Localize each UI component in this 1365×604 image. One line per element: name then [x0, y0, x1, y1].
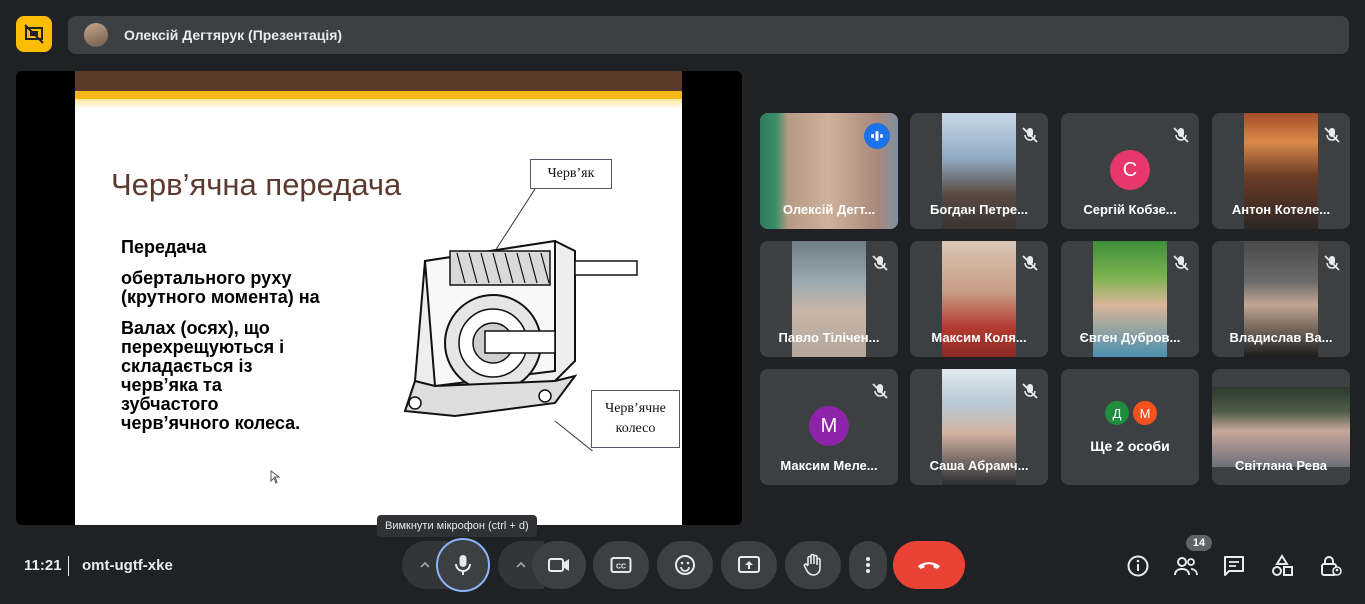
- people-icon: [1174, 557, 1198, 576]
- participant-avatar: М: [1133, 401, 1157, 425]
- mic-off-icon: [1173, 127, 1189, 143]
- participant-tile[interactable]: Євген Дубров...: [1061, 241, 1199, 357]
- leave-call-button[interactable]: [893, 541, 965, 589]
- divider: [68, 556, 69, 576]
- shapes-icon: [1272, 554, 1293, 576]
- slide-text-line: черв’ячного колеса.: [121, 413, 301, 433]
- participant-name: Євген Дубров...: [1079, 330, 1181, 345]
- presenter-name: Олексій Дегтярук (Презентація): [124, 27, 343, 43]
- participant-tile[interactable]: Павло Тілічен...: [760, 241, 898, 357]
- mic-tooltip: Вимкнути мікрофон (ctrl + d): [377, 515, 537, 537]
- mic-off-icon: [1324, 255, 1340, 271]
- microphone-icon: [455, 555, 471, 575]
- participant-tile[interactable]: Богдан Петре...: [910, 113, 1048, 229]
- participant-name: Антон Котеле...: [1231, 202, 1331, 217]
- speaking-indicator-icon: [864, 123, 890, 149]
- slide-text-line: Валах (осях), що: [121, 318, 270, 338]
- reactions-button[interactable]: [657, 541, 713, 589]
- host-controls-button[interactable]: [1317, 553, 1343, 579]
- mic-off-icon: [1022, 255, 1038, 271]
- svg-text:CC: CC: [616, 564, 626, 571]
- participant-tile[interactable]: С Сергій Кобзе...: [1061, 113, 1199, 229]
- present-screen-icon: [738, 556, 760, 573]
- slide-band: [75, 71, 682, 91]
- mic-off-icon: [1022, 383, 1038, 399]
- present-button[interactable]: [721, 541, 777, 589]
- camera-icon: [548, 558, 569, 572]
- mouse-cursor-icon: [270, 470, 280, 484]
- more-options-button[interactable]: [849, 541, 887, 589]
- info-icon: [1127, 555, 1149, 577]
- people-button[interactable]: [1173, 553, 1199, 579]
- meeting-code: omt-ugtf-xke: [82, 557, 173, 574]
- participant-name: Сергій Кобзе...: [1083, 202, 1177, 217]
- slide-band: [75, 91, 682, 99]
- mic-off-icon: [872, 383, 888, 399]
- clock: 11:21: [24, 557, 62, 574]
- hang-up-icon: [918, 562, 940, 569]
- slide-text-line: перехрещуються і: [121, 337, 285, 357]
- more-vertical-icon: [866, 557, 870, 573]
- slide-text-line: зубчастого: [121, 394, 219, 414]
- presentation-badge-icon: [16, 16, 52, 52]
- mic-off-icon: [1324, 127, 1340, 143]
- participant-name: Владислав Ва...: [1229, 330, 1333, 345]
- slide-text-line: черв’яка та: [121, 375, 222, 395]
- presenter-bar[interactable]: Олексій Дегтярук (Презентація): [68, 16, 1349, 54]
- participant-avatar: С: [1110, 150, 1150, 190]
- meeting-details-button[interactable]: [1125, 553, 1151, 579]
- more-participants-tile[interactable]: Д М Ще 2 особи: [1061, 369, 1199, 485]
- participant-name: Богдан Петре...: [930, 202, 1028, 217]
- chevron-up-icon: [516, 561, 526, 568]
- emoji-icon: [675, 555, 695, 575]
- participant-name: Саша Абрамч...: [929, 458, 1029, 473]
- presentation-stage: Черв’ячна передача Передача обертального…: [16, 71, 742, 525]
- participant-tile[interactable]: Світлана Рева: [1212, 369, 1350, 485]
- slide-band: [75, 99, 682, 109]
- callout-worm: Черв’як: [530, 159, 612, 189]
- callout-wheel: Черв’ячне колесо: [591, 390, 680, 448]
- camera-button[interactable]: [532, 541, 586, 589]
- participant-avatar: M: [809, 406, 849, 446]
- participant-name: Максим Коля...: [931, 330, 1027, 345]
- presenter-avatar: [84, 23, 108, 47]
- participant-tile[interactable]: Владислав Ва...: [1212, 241, 1350, 357]
- participant-tile[interactable]: Олексій Дегт...: [760, 113, 898, 229]
- mic-off-icon: [1173, 255, 1189, 271]
- participant-name: Павло Тілічен...: [778, 330, 880, 345]
- participant-name: Світлана Рева: [1235, 458, 1327, 473]
- hand-icon: [803, 553, 821, 576]
- callout-wheel-line: Черв’ячне: [605, 401, 666, 416]
- mic-off-icon: [1022, 127, 1038, 143]
- chevron-up-icon: [420, 561, 430, 568]
- participant-name: Олексій Дегт...: [782, 202, 876, 217]
- participant-tile[interactable]: Антон Котеле...: [1212, 113, 1350, 229]
- captions-button[interactable]: CC: [593, 541, 649, 589]
- participant-name: Максим Меле...: [780, 458, 878, 473]
- chat-button[interactable]: [1221, 553, 1247, 579]
- slide-title: Черв’ячна передача: [111, 167, 402, 202]
- participant-tile[interactable]: Саша Абрамч...: [910, 369, 1048, 485]
- slide-text-line: обертального руху: [121, 268, 292, 288]
- callout-wheel-line: колесо: [615, 421, 656, 436]
- chat-icon: [1224, 556, 1244, 576]
- participant-avatar: Д: [1105, 401, 1129, 425]
- slide-text-line: (крутного момента) на: [121, 287, 320, 307]
- participant-video: [1212, 387, 1350, 467]
- participant-tile[interactable]: M Максим Меле...: [760, 369, 898, 485]
- participant-tile[interactable]: Максим Коля...: [910, 241, 1048, 357]
- raise-hand-button[interactable]: [785, 541, 841, 589]
- people-count-badge: 14: [1186, 535, 1212, 551]
- microphone-button[interactable]: [436, 538, 490, 592]
- mic-off-icon: [872, 255, 888, 271]
- lock-person-icon: [1321, 556, 1342, 576]
- activities-button[interactable]: [1269, 553, 1295, 579]
- more-participants-label: Ще 2 особи: [1090, 438, 1170, 454]
- slide-text-line: складається із: [121, 356, 253, 376]
- slide-text-line: Передача: [121, 237, 207, 257]
- captions-icon: CC: [610, 557, 632, 573]
- slide: Черв’ячна передача Передача обертального…: [75, 71, 682, 525]
